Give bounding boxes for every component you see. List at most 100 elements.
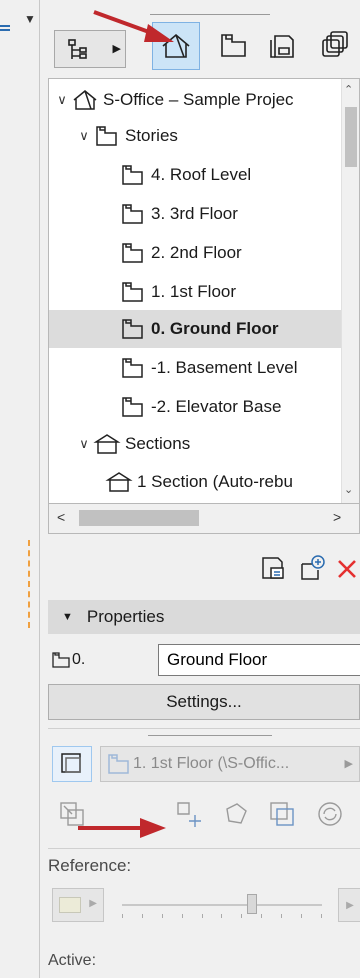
- project-icon: [73, 90, 97, 110]
- properties-header[interactable]: ▼ Properties: [48, 600, 360, 634]
- tree-vertical-scrollbar[interactable]: ⌃ ⌄: [341, 79, 359, 503]
- layout-book-icon: [270, 35, 294, 58]
- publisher-sets-icon: [322, 31, 348, 57]
- chevron-right-icon: ▶: [112, 43, 121, 55]
- story-icon: [122, 165, 143, 185]
- chevron-down-icon[interactable]: ∨: [75, 436, 93, 452]
- tree-item-project[interactable]: ∨ S-Office – Sample Projec: [53, 81, 347, 119]
- tree-item-label: -2. Elevator Base: [151, 397, 282, 416]
- move-reference-button[interactable]: [172, 796, 208, 832]
- chevron-down-icon[interactable]: ▼: [24, 12, 36, 26]
- reference-option-button[interactable]: ▶: [338, 888, 360, 922]
- scroll-left-icon[interactable]: <: [57, 509, 65, 525]
- properties-row: 0.: [48, 640, 360, 680]
- trace-tools-row: [48, 792, 360, 836]
- adjacent-panel-edge: ▼: [0, 0, 40, 978]
- panel-tab-icon[interactable]: [0, 8, 16, 48]
- scroll-right-icon[interactable]: >: [333, 509, 341, 525]
- section-icon: [105, 472, 133, 492]
- tree-item-label: 4. Roof Level: [151, 165, 252, 184]
- tree-item-story[interactable]: -1. Basement Level: [119, 349, 359, 387]
- chevron-right-icon: ▶: [344, 758, 353, 770]
- divider: [48, 848, 360, 849]
- properties-title: Properties: [86, 607, 165, 626]
- publisher-sets-tab[interactable]: [310, 22, 358, 70]
- tree-item-label: 3. 3rd Floor: [151, 204, 238, 223]
- scroll-up-icon[interactable]: ⌃: [344, 83, 353, 96]
- story-icon: [122, 358, 143, 378]
- divider: [48, 728, 360, 729]
- switch-reference-button[interactable]: [54, 796, 90, 832]
- scroll-thumb[interactable]: [79, 510, 199, 526]
- navigator-toolbar: ▶: [40, 0, 360, 76]
- reset-icon: [270, 802, 294, 826]
- tree-item-story[interactable]: 1. 1st Floor: [119, 273, 359, 311]
- tree-item-sections[interactable]: ∨ Sections: [75, 425, 359, 463]
- project-map-button[interactable]: ▶: [54, 30, 126, 68]
- collapse-triangle-icon[interactable]: ▼: [62, 611, 73, 623]
- navigator-panel: ▶ ∨ S-Office – Sample Projec ∨ Stories 4: [40, 0, 360, 978]
- tree-item-label: 0. Ground Floor: [151, 319, 279, 338]
- switch-icon: [60, 802, 84, 826]
- reference-label: Reference:: [48, 856, 132, 875]
- scroll-thumb[interactable]: [345, 107, 357, 167]
- tree-item-label: Sections: [125, 434, 191, 453]
- trace-icon: [61, 753, 81, 773]
- tree-item-story[interactable]: 3. 3rd Floor: [119, 195, 359, 233]
- project-map-tab[interactable]: [152, 22, 200, 70]
- drag-grip[interactable]: [150, 14, 270, 16]
- move-icon: [177, 802, 201, 827]
- story-id: 0.: [50, 650, 85, 670]
- tree-horizontal-scrollbar[interactable]: < >: [48, 504, 360, 534]
- story-icon: [122, 243, 143, 263]
- tree-item-label: Stories: [125, 126, 178, 145]
- refresh-reference-button[interactable]: [312, 796, 348, 832]
- trace-toggle-button[interactable]: [52, 746, 92, 782]
- tree-item-label: -1. Basement Level: [151, 358, 298, 377]
- reference-color-button[interactable]: ▶: [52, 888, 104, 922]
- tree-item-story[interactable]: 2. 2nd Floor: [119, 234, 359, 272]
- settings-button-wide[interactable]: Settings...: [48, 684, 360, 720]
- rotate-reference-button[interactable]: [218, 796, 254, 832]
- layout-book-tab[interactable]: [260, 22, 308, 70]
- rotate-icon: [226, 803, 247, 824]
- tree-item-label: S-Office – Sample Projec: [103, 90, 294, 109]
- project-tree: ∨ S-Office – Sample Projec ∨ Stories 4. …: [48, 78, 360, 504]
- delete-icon: [338, 560, 356, 578]
- slider-knob[interactable]: [247, 894, 257, 914]
- tree-item-label: 2. 2nd Floor: [151, 243, 242, 262]
- reference-view-dropdown[interactable]: 1. 1st Floor (\S-Offic... ▶: [100, 746, 360, 782]
- tree-item-section[interactable]: 1 Section (Auto-rebu: [105, 463, 359, 501]
- story-icon: [221, 34, 246, 57]
- color-swatch: [59, 897, 81, 913]
- tree-item-label: 1. 1st Floor: [151, 282, 237, 301]
- scroll-down-icon[interactable]: ⌄: [344, 483, 353, 496]
- story-icon: [108, 754, 129, 774]
- delete-button[interactable]: [330, 552, 360, 586]
- tree-item-story[interactable]: -2. Elevator Base: [119, 388, 359, 426]
- refresh-icon: [318, 802, 342, 826]
- chevron-down-icon[interactable]: ∨: [75, 128, 93, 144]
- navigator-actions: [40, 548, 360, 592]
- view-map-tab[interactable]: [210, 22, 258, 70]
- active-label: Active:: [48, 952, 97, 969]
- slider-ticks: [122, 914, 322, 920]
- story-icon: [122, 282, 143, 302]
- reference-intensity-row: ▶ ▶: [48, 884, 360, 924]
- settings-button[interactable]: [256, 552, 290, 586]
- drop-indicator: [28, 540, 40, 628]
- reset-reference-button[interactable]: [264, 796, 300, 832]
- new-view-button[interactable]: [296, 552, 330, 586]
- story-icon: [122, 397, 143, 417]
- tree-item-story-selected[interactable]: 0. Ground Floor: [49, 310, 343, 348]
- trace-reference-row: 1. 1st Floor (\S-Offic... ▶: [48, 744, 360, 784]
- story-icon: [52, 652, 70, 668]
- chevron-down-icon[interactable]: ∨: [53, 92, 71, 108]
- tree-item-stories[interactable]: ∨ Stories: [75, 117, 359, 155]
- drag-grip[interactable]: [148, 735, 272, 737]
- tree-item-story[interactable]: 4. Roof Level: [119, 156, 359, 194]
- settings-icon: [262, 557, 284, 579]
- story-icon: [122, 204, 143, 224]
- intensity-slider[interactable]: [122, 894, 322, 918]
- story-name-field[interactable]: [158, 644, 360, 676]
